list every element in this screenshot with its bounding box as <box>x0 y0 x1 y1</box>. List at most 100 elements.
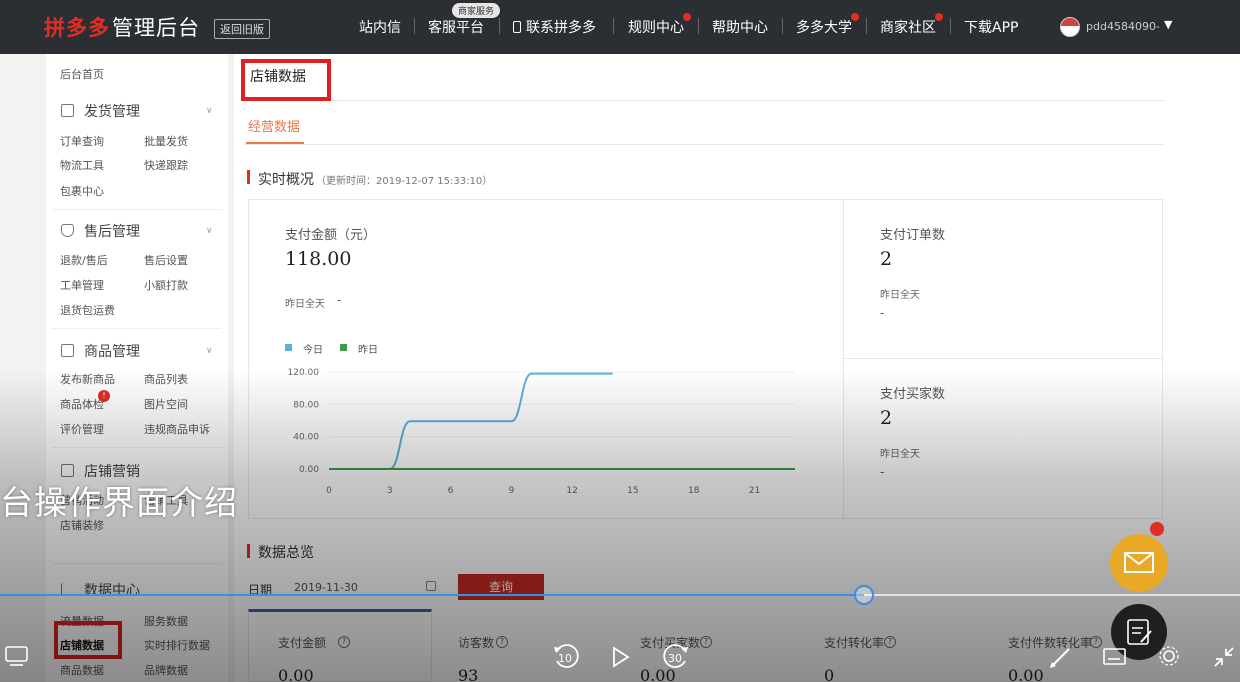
nav-divider <box>414 18 415 34</box>
summary-card-value: 93 <box>458 666 479 682</box>
nav-divider <box>499 18 500 34</box>
y-tick-label: 120.00 <box>288 368 320 378</box>
main-content: 店铺数据 经营数据 实时概况 （更新时间：2019-12-07 15:33:10… <box>234 54 1240 682</box>
info-icon[interactable]: ? <box>496 636 508 648</box>
old-version-link[interactable]: 返回旧版 <box>214 19 270 39</box>
sidebar-section-shipping[interactable]: 发货管理 <box>84 101 140 121</box>
nav-university[interactable]: 多多大学 <box>796 13 859 37</box>
nav-divider <box>698 18 699 34</box>
info-icon[interactable]: ? <box>338 636 350 648</box>
nav-community[interactable]: 商家社区 <box>880 13 943 37</box>
mail-button[interactable] <box>1110 534 1168 592</box>
nav-customer-service[interactable]: 客服平台 <box>428 17 484 37</box>
pay-orders-label: 支付订单数 <box>880 228 946 243</box>
service-badge: 商家服务 <box>452 3 501 18</box>
highlight-box-sidebar <box>54 621 122 659</box>
info-icon[interactable]: ? <box>700 636 712 648</box>
top-navigation-bar: 拼多多管理后台 返回旧版 站内信 客服平台 商家服务 联系拼多多 规则中心 帮助… <box>0 0 1240 54</box>
user-name[interactable]: pdd4584090- <box>1086 20 1160 33</box>
pay-buyers-value: 2 <box>880 407 893 429</box>
x-tick-label: 3 <box>387 486 393 496</box>
rewind-seconds: 10 <box>558 652 572 665</box>
chevron-down-icon[interactable]: ▼ <box>1164 18 1172 31</box>
sidebar-item[interactable]: 品牌数据 <box>144 662 188 678</box>
pay-buyers-yesterday-label: 昨日全天 <box>880 449 920 460</box>
query-button[interactable]: 查询 <box>458 574 544 600</box>
sidebar-item[interactable]: 小额打款 <box>144 277 188 293</box>
sidebar-section-data[interactable]: 数据中心 <box>84 580 140 600</box>
notification-dot <box>851 13 859 21</box>
legend-today: 今日 <box>303 345 323 356</box>
sidebar-item[interactable]: 图片空间 <box>144 396 188 412</box>
sidebar-item[interactable]: 售后设置 <box>144 252 188 268</box>
sidebar-divider <box>52 447 222 448</box>
sidebar-item-home[interactable]: 后台首页 <box>60 66 104 82</box>
nav-community-label: 商家社区 <box>880 20 936 36</box>
sidebar-item[interactable]: 批量发货 <box>144 133 188 149</box>
date-input[interactable]: 2019-11-30 <box>294 581 358 594</box>
realtime-line-chart: 0.00 40.00 80.00 120.00 0 3 6 9 12 15 18 21 <box>288 368 795 496</box>
sidebar-item[interactable]: 发布新商品 <box>60 371 115 387</box>
nav-messages[interactable]: 站内信 <box>359 17 401 37</box>
divider <box>244 100 1164 101</box>
progress-fill <box>0 594 865 596</box>
logo-subtitle: 管理后台 <box>112 16 200 40</box>
realtime-title: 实时概况 <box>258 172 314 188</box>
pay-orders-card: 支付订单数 2 昨日全天 - <box>843 199 1163 359</box>
subtitle-icon[interactable] <box>1102 646 1128 668</box>
sidebar-item[interactable]: 工单管理 <box>60 277 104 293</box>
pay-amount-label: 支付金额（元） <box>285 228 377 243</box>
notification-dot <box>935 13 943 21</box>
calendar-icon[interactable] <box>426 581 436 591</box>
danmaku-icon[interactable] <box>5 644 29 668</box>
sidebar-item[interactable]: 商品体检 <box>60 396 104 412</box>
nav-contact[interactable]: 联系拼多多 <box>513 17 596 37</box>
sidebar: 后台首页 发货管理 ∨ 订单查询 批量发货 物流工具 快递跟踪 包裹中心 售后管… <box>46 54 228 682</box>
summary-title: 数据总览 <box>258 545 314 561</box>
notification-dot <box>1150 522 1164 536</box>
sidebar-item[interactable]: 订单查询 <box>60 133 104 149</box>
sidebar-item[interactable]: 违规商品申诉 <box>144 421 210 437</box>
sidebar-item[interactable]: 商品列表 <box>144 371 188 387</box>
play-icon[interactable] <box>612 646 630 668</box>
summary-card-value: 0 <box>824 666 835 682</box>
series-line <box>329 372 613 470</box>
sidebar-item[interactable]: 评价管理 <box>60 421 104 437</box>
sidebar-item[interactable]: 退款/售后 <box>60 252 108 268</box>
chevron-down-icon[interactable]: ∨ <box>206 106 213 116</box>
info-icon[interactable]: ? <box>1090 636 1102 648</box>
sidebar-item[interactable]: 包裹中心 <box>60 183 104 199</box>
sidebar-section-aftersale[interactable]: 售后管理 <box>84 221 140 241</box>
sidebar-divider <box>52 328 222 329</box>
pay-orders-yesterday-value: - <box>880 306 885 320</box>
logo[interactable]: 拼多多管理后台 <box>44 12 200 42</box>
sidebar-section-products[interactable]: 商品管理 <box>84 341 140 361</box>
forward-seconds: 30 <box>668 652 682 665</box>
chevron-down-icon[interactable]: ∨ <box>206 226 213 236</box>
sidebar-item[interactable]: 商品数据 <box>60 662 104 678</box>
pencil-icon[interactable] <box>1048 644 1074 670</box>
nav-divider <box>782 18 783 34</box>
nav-help[interactable]: 帮助中心 <box>712 17 768 37</box>
x-tick-label: 15 <box>627 486 638 496</box>
nav-download-app[interactable]: 下载APP <box>964 17 1018 37</box>
x-tick-label: 9 <box>508 486 514 496</box>
pay-buyers-label: 支付买家数 <box>880 387 946 402</box>
exit-fullscreen-icon[interactable] <box>1212 645 1236 669</box>
notice-badge: ! <box>98 390 110 402</box>
notification-dot <box>683 13 691 21</box>
sidebar-item[interactable]: 退货包运费 <box>60 302 115 318</box>
chevron-down-icon[interactable]: ∨ <box>206 346 213 356</box>
section-marker <box>247 544 250 558</box>
sidebar-item[interactable]: 物流工具 <box>60 157 104 173</box>
avatar[interactable] <box>1060 17 1080 37</box>
pay-buyers-yesterday-value: - <box>880 465 885 479</box>
sidebar-item[interactable]: 快递跟踪 <box>144 157 188 173</box>
sidebar-item[interactable]: 服务数据 <box>144 613 188 629</box>
section-marker <box>247 170 250 184</box>
settings-icon[interactable] <box>1156 644 1182 668</box>
info-icon[interactable]: ? <box>884 636 896 648</box>
sidebar-item[interactable]: 实时排行数据 <box>144 637 210 653</box>
nav-rules[interactable]: 规则中心 <box>628 13 691 37</box>
tab-business-data[interactable]: 经营数据 <box>248 116 300 135</box>
